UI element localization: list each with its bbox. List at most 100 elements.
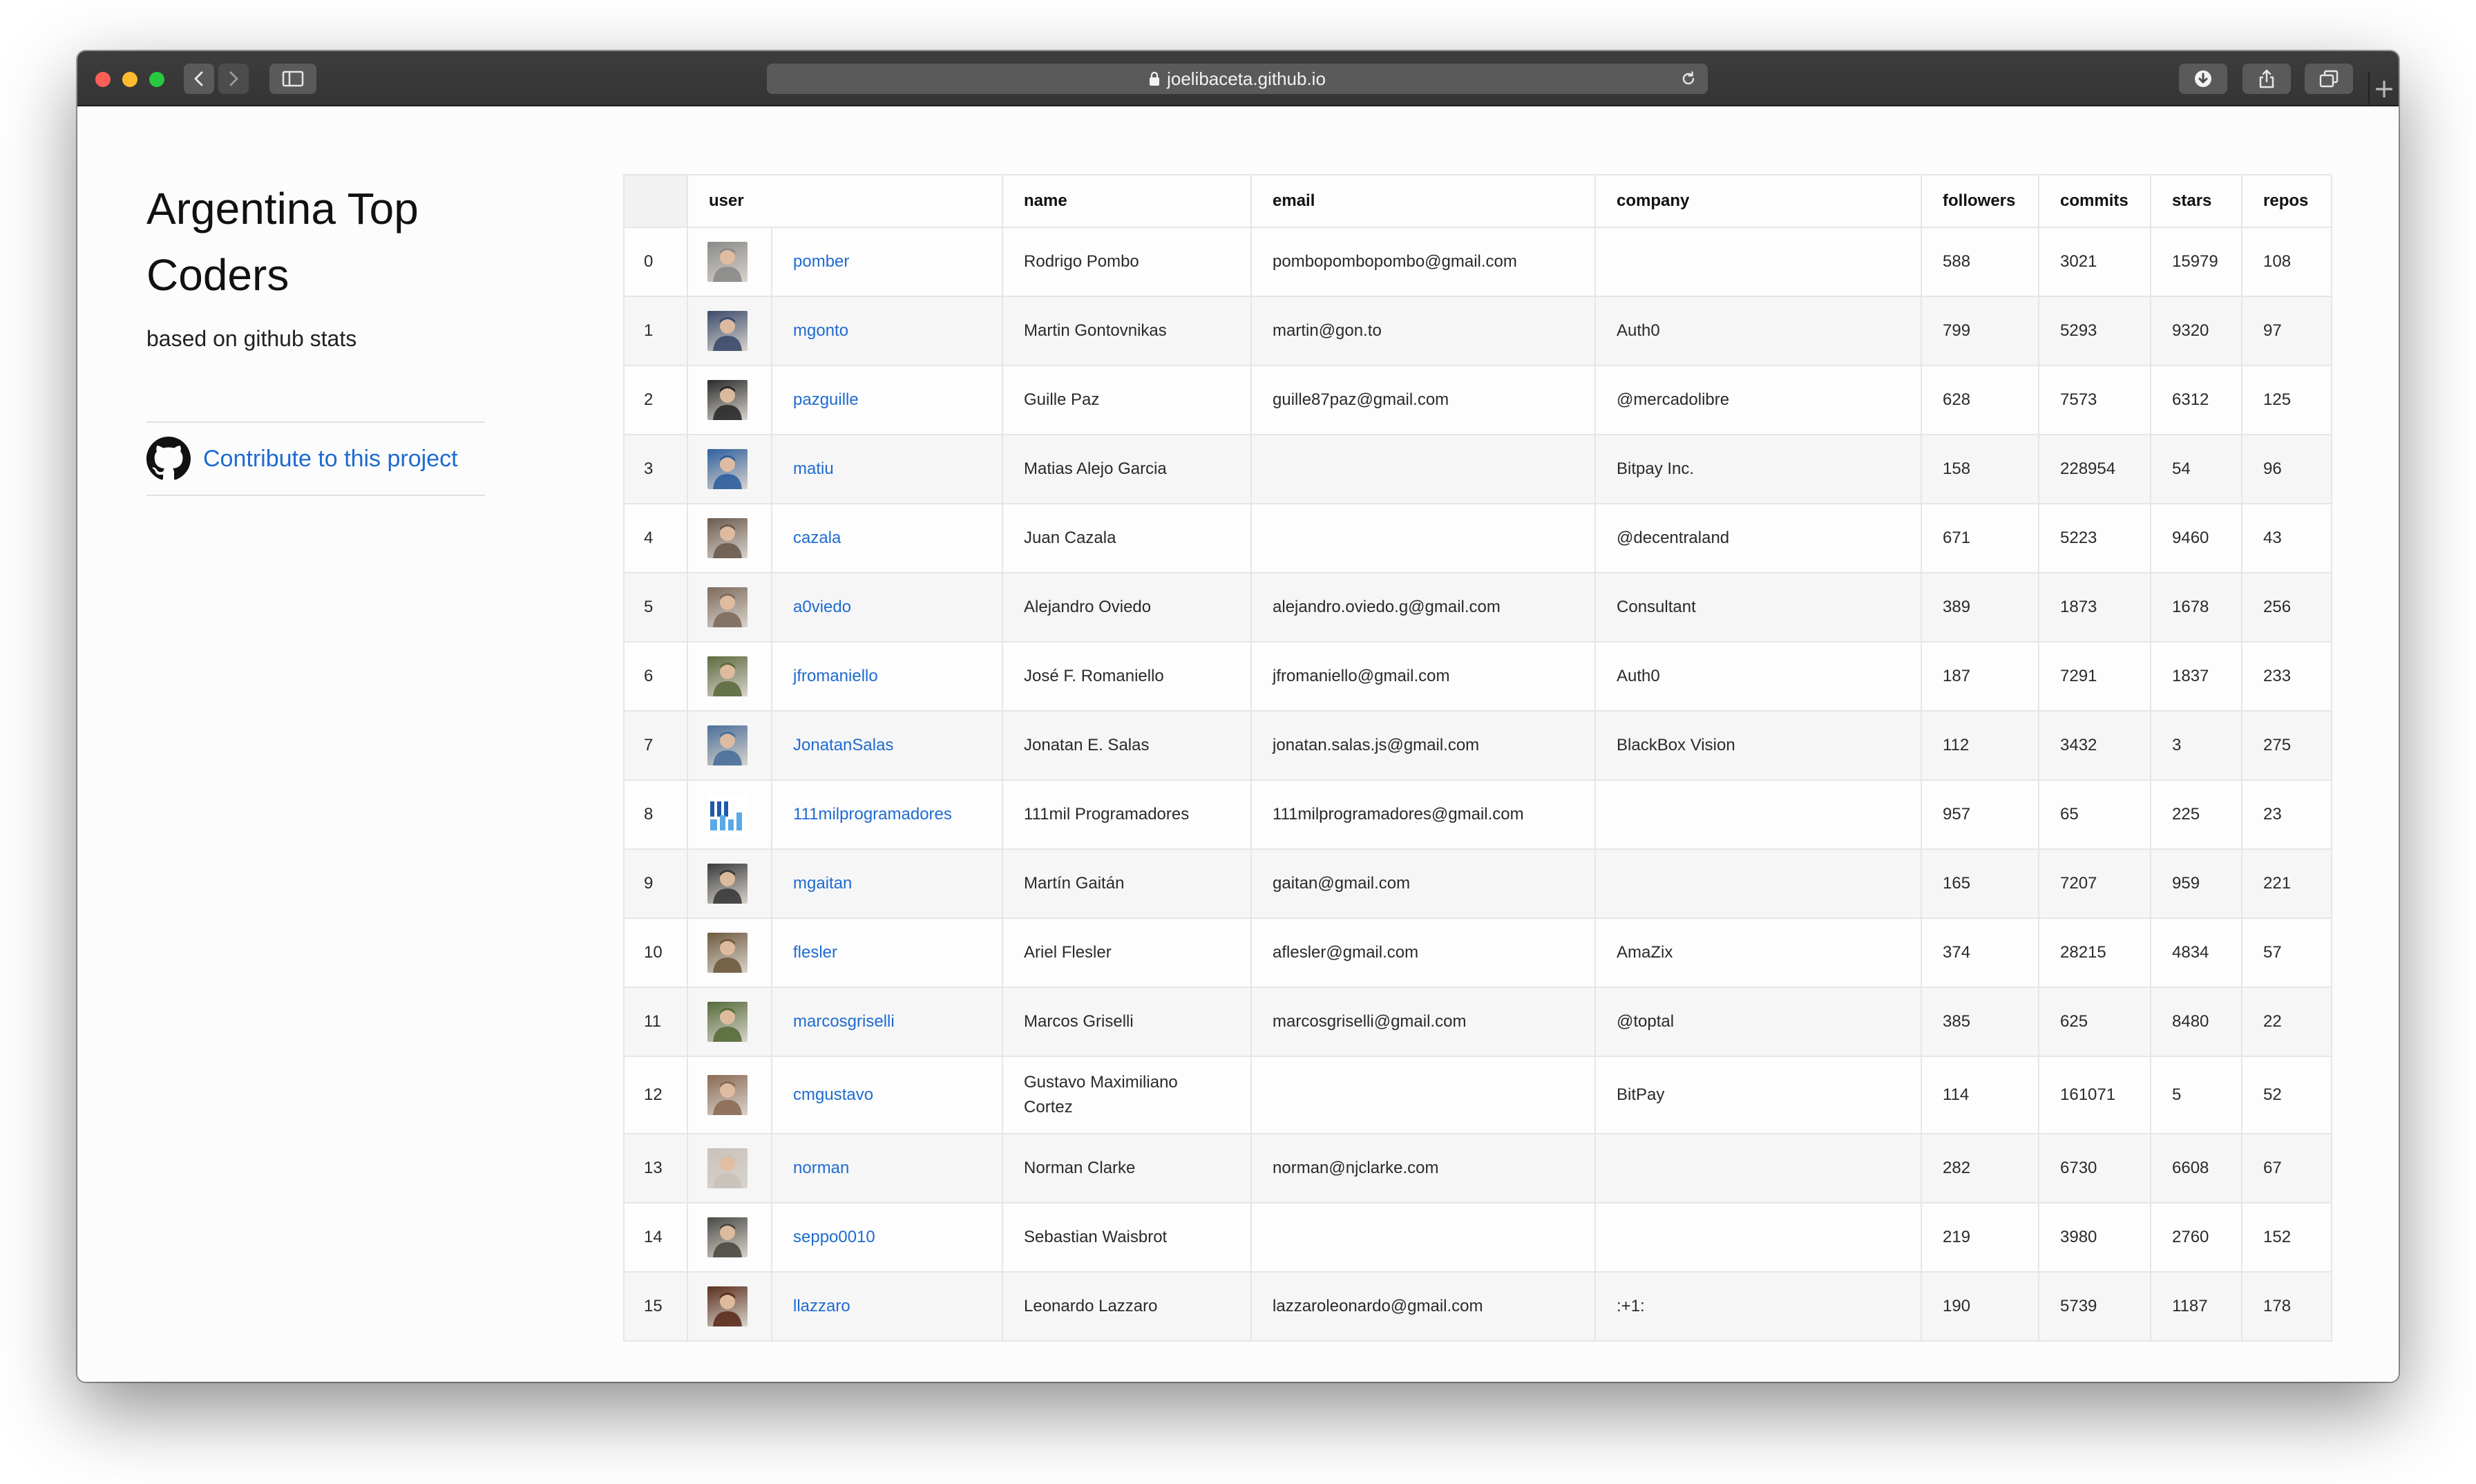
user-link[interactable]: mgaitan — [793, 874, 852, 893]
downloads-button[interactable] — [2179, 64, 2227, 94]
repos-cell: 22 — [2241, 987, 2333, 1057]
back-button[interactable] — [184, 64, 214, 94]
avatar[interactable] — [707, 933, 747, 973]
company-column-header[interactable]: company — [1594, 174, 1923, 228]
table-row[interactable]: 15 llazzaro Leonardo Lazzaro lazzaroleonard… — [623, 1271, 2333, 1342]
table-row[interactable]: 9 mgaitan Martín Gaitán gaitan@gmail.com 165… — [623, 848, 2333, 919]
repos-column-header[interactable]: repos — [2241, 174, 2333, 228]
followers-cell: 957 — [1921, 779, 2040, 850]
avatar[interactable] — [707, 587, 747, 627]
share-button[interactable] — [2242, 64, 2291, 94]
user-link[interactable]: a0viedo — [793, 598, 851, 616]
avatar[interactable] — [707, 1075, 747, 1115]
user-link[interactable]: jfromaniello — [793, 667, 878, 685]
avatar-cell — [687, 1056, 772, 1134]
user-link[interactable]: 111milprogramadores — [793, 805, 952, 824]
avatar[interactable] — [707, 242, 747, 282]
user-link[interactable]: pomber — [793, 252, 849, 271]
user-link[interactable]: norman — [793, 1159, 849, 1177]
user-link[interactable]: pazguille — [793, 390, 859, 409]
row-index: 1 — [623, 296, 688, 366]
close-window-button[interactable] — [95, 72, 111, 87]
zoom-window-button[interactable] — [149, 72, 164, 87]
table-row[interactable]: 0 pomber Rodrigo Pombo pombopombopombo@gmai… — [623, 227, 2333, 297]
table-row[interactable]: 5 a0viedo Alejandro Oviedo alejandro.oviedo… — [623, 572, 2333, 643]
followers-cell: 187 — [1921, 641, 2040, 712]
sidebar-toggle-button[interactable] — [269, 64, 316, 94]
avatar[interactable] — [707, 518, 747, 558]
reload-icon[interactable] — [1680, 70, 1697, 92]
table-row[interactable]: 14 seppo0010 Sebastian Waisbrot 219 3980 2760… — [623, 1202, 2333, 1273]
table-row[interactable]: 12 cmgustavo Gustavo Maximiliano Cortez Bit… — [623, 1056, 2333, 1134]
followers-cell: 114 — [1921, 1056, 2040, 1134]
company-cell: Bitpay Inc. — [1594, 434, 1923, 504]
stars-cell: 54 — [2150, 434, 2243, 504]
repos-cell: 233 — [2241, 641, 2333, 712]
user-link[interactable]: cazala — [793, 529, 841, 547]
name-cell: Juan Cazala — [1002, 503, 1253, 573]
user-link[interactable]: JonatanSalas — [793, 736, 893, 754]
avatar[interactable] — [707, 1148, 747, 1188]
table-header-row: user name email company followers commit… — [623, 174, 2333, 228]
table-row[interactable]: 1 mgonto Martin Gontovnikas martin@gon.to Au… — [623, 296, 2333, 366]
avatar[interactable] — [707, 1217, 747, 1257]
company-cell — [1594, 779, 1923, 850]
followers-column-header[interactable]: followers — [1921, 174, 2040, 228]
contribute-link[interactable]: Contribute to this project — [146, 437, 458, 481]
new-tab-button[interactable]: + — [2368, 72, 2399, 105]
company-cell: @decentraland — [1594, 503, 1923, 573]
user-link[interactable]: mgonto — [793, 321, 848, 340]
table-row[interactable]: 4 cazala Juan Cazala @decentraland 671 5223 94… — [623, 503, 2333, 573]
commits-column-header[interactable]: commits — [2038, 174, 2152, 228]
minimize-window-button[interactable] — [122, 72, 137, 87]
stars-cell: 9460 — [2150, 503, 2243, 573]
user-link[interactable]: flesler — [793, 943, 837, 962]
avatar[interactable] — [707, 311, 747, 351]
user-link[interactable]: cmgustavo — [793, 1085, 873, 1104]
email-column-header[interactable]: email — [1250, 174, 1597, 228]
company-cell: :+1: — [1594, 1271, 1923, 1342]
avatar[interactable] — [707, 380, 747, 420]
avatar[interactable] — [707, 1286, 747, 1326]
stars-cell: 3 — [2150, 710, 2243, 781]
table-row[interactable]: 3 matiu Matias Alejo Garcia Bitpay Inc. 158 2… — [623, 434, 2333, 504]
user-link[interactable]: matiu — [793, 459, 834, 478]
avatar[interactable] — [707, 864, 747, 904]
company-cell: Auth0 — [1594, 641, 1923, 712]
name-cell: Norman Clarke — [1002, 1133, 1253, 1204]
avatar-cell — [687, 987, 772, 1057]
user-link[interactable]: marcosgriselli — [793, 1012, 895, 1031]
row-index: 0 — [623, 227, 688, 297]
table-row[interactable]: 8 111milprogramadores 111mil Programadores… — [623, 779, 2333, 850]
company-cell: @mercadolibre — [1594, 365, 1923, 435]
avatar-cell — [687, 227, 772, 297]
stars-column-header[interactable]: stars — [2150, 174, 2243, 228]
forward-button[interactable] — [218, 64, 249, 94]
address-bar[interactable]: joelibaceta.github.io — [767, 64, 1708, 94]
name-cell: Alejandro Oviedo — [1002, 572, 1253, 643]
followers-cell: 671 — [1921, 503, 2040, 573]
company-cell: BlackBox Vision — [1594, 710, 1923, 781]
avatar[interactable] — [707, 725, 747, 765]
download-icon — [2195, 70, 2211, 87]
email-cell: lazzaroleonardo@gmail.com — [1250, 1271, 1597, 1342]
user-link[interactable]: llazzaro — [793, 1297, 850, 1315]
avatar[interactable] — [707, 449, 747, 489]
table-row[interactable]: 13 norman Norman Clarke norman@njclarke.com… — [623, 1133, 2333, 1204]
table-row[interactable]: 6 jfromaniello José F. Romaniello jfromanie… — [623, 641, 2333, 712]
table-row[interactable]: 11 marcosgriselli Marcos Griselli marcosgri… — [623, 987, 2333, 1057]
repos-cell: 57 — [2241, 917, 2333, 988]
commits-cell: 3021 — [2038, 227, 2152, 297]
table-row[interactable]: 7 JonatanSalas Jonatan E. Salas jonatan.sal… — [623, 710, 2333, 781]
user-column-header[interactable]: user — [686, 174, 1004, 228]
table-row[interactable]: 2 pazguille Guille Paz guille87paz@gmail.co… — [623, 365, 2333, 435]
table-row[interactable]: 10 flesler Ariel Flesler aflesler@gmail.com… — [623, 917, 2333, 988]
avatar[interactable] — [707, 1002, 747, 1042]
user-link[interactable]: seppo0010 — [793, 1228, 875, 1246]
avatar[interactable] — [707, 795, 747, 835]
name-column-header[interactable]: name — [1002, 174, 1253, 228]
avatar[interactable] — [707, 656, 747, 696]
index-column-header[interactable] — [623, 174, 688, 228]
avatar-cell — [687, 1133, 772, 1204]
tabs-overview-button[interactable] — [2305, 64, 2353, 94]
